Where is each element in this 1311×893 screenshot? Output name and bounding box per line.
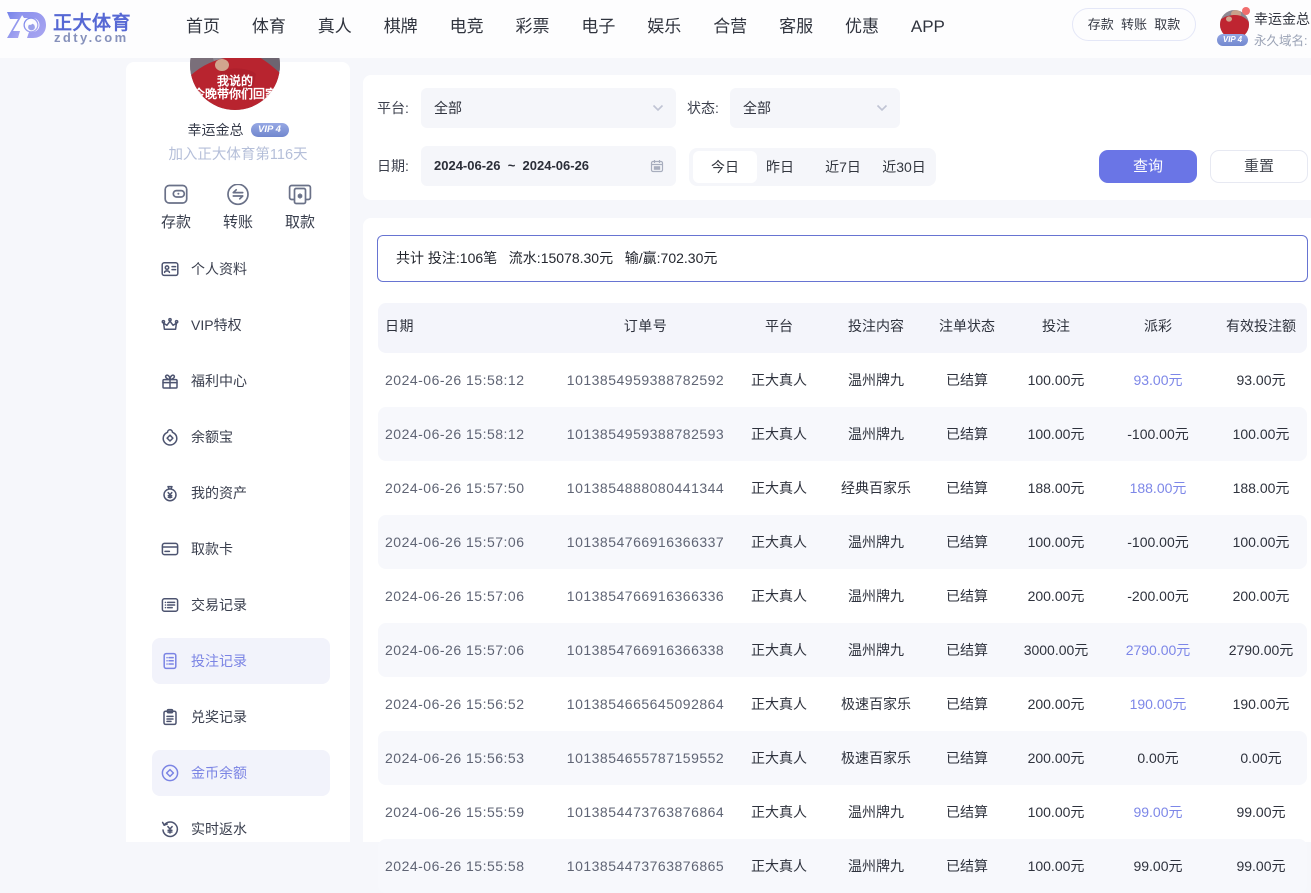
svg-text:今晚带你们回家: 今晚带你们回家	[192, 86, 278, 101]
svg-text:我说的: 我说的	[217, 73, 253, 88]
